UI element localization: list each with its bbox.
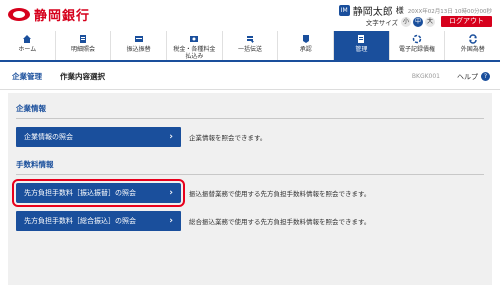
- logout-button[interactable]: ログアウト: [441, 16, 492, 27]
- nav-label: 明細照会: [71, 46, 96, 53]
- button-label: 企業情報の照会: [24, 133, 73, 141]
- forex-icon: [468, 34, 477, 44]
- page-title: 作業内容選択: [60, 72, 105, 81]
- nav-label: ホーム: [18, 46, 37, 53]
- fontsize-label: 文字サイズ: [365, 18, 398, 27]
- nav-tax[interactable]: 税金・各種料金 払込み: [167, 31, 223, 60]
- home-icon: [23, 35, 32, 43]
- nav-home[interactable]: ホーム: [0, 31, 56, 60]
- transfer-icon: [134, 36, 143, 42]
- title-bar: 企業管理 作業内容選択 BKGK001 ヘルプ ?: [0, 64, 500, 90]
- nav-approval[interactable]: 承認: [278, 31, 335, 60]
- bank-name: 静岡銀行: [34, 9, 91, 24]
- breadcrumb: 企業管理: [12, 72, 42, 81]
- bank-logo-icon: [8, 8, 30, 21]
- nav-label: 振込振替: [126, 46, 151, 53]
- screen-code: BKGK001: [411, 73, 440, 80]
- nav-transfer[interactable]: 振込振替: [111, 31, 168, 60]
- help-label: ヘルプ: [457, 72, 478, 81]
- nav-label: 電子記録債権: [399, 46, 436, 53]
- row-fee-transfer: 先方負担手数料［振込振替］の照会 › 振込振替業務で使用する先方負担手数料情報を…: [12, 179, 484, 207]
- nav-label: 一括伝送: [238, 46, 263, 53]
- nav-label: 税金・各種料金 払込み: [173, 46, 216, 60]
- bulk-icon: [247, 36, 255, 43]
- nav-bulk[interactable]: 一括伝送: [223, 31, 279, 60]
- approval-icon: [302, 35, 309, 43]
- nav-manage[interactable]: 管理: [334, 31, 390, 60]
- fontsize-control: 文字サイズ 小 中 大 ログアウト: [366, 16, 492, 27]
- fontsize-medium-button[interactable]: 中: [413, 16, 423, 27]
- nav-label: 管理: [355, 46, 368, 53]
- row-description: 振込振替業務で使用する先方負担手数料情報を照会できます。: [189, 190, 371, 198]
- button-label: 先方負担手数料［振込振替］の照会: [24, 189, 136, 197]
- chevron-right-icon: ›: [169, 216, 173, 226]
- row-description: 総合振込業務で使用する先方負担手数料情報を照会できます。: [189, 218, 371, 226]
- manage-icon: [358, 35, 365, 43]
- button-label: 先方負担手数料［総合振込］の照会: [24, 217, 136, 225]
- nav-label: 承認: [299, 46, 312, 53]
- section-title-fee: 手数料情報: [16, 159, 484, 175]
- bank-logo[interactable]: 静岡銀行: [8, 5, 90, 24]
- nav-statement[interactable]: 明細照会: [56, 31, 112, 60]
- row-description: 企業情報を照会できます。: [189, 134, 267, 142]
- row-fee-general: 先方負担手数料［総合振込］の照会 › 総合振込業務で使用する先方負担手数料情報を…: [16, 211, 484, 231]
- tax-icon: [190, 36, 199, 42]
- fontsize-large-button[interactable]: 大: [425, 16, 435, 27]
- fontsize-small-button[interactable]: 小: [401, 16, 411, 27]
- erecord-icon: [412, 34, 422, 44]
- main-nav: ホーム 明細照会 振込振替 税金・各種料金 払込み 一括伝送 承認 管理 電子記…: [0, 31, 500, 62]
- user-suffix: 様: [395, 6, 404, 15]
- user-icon: IM: [338, 5, 350, 16]
- fee-general-button[interactable]: 先方負担手数料［総合振込］の照会 ›: [16, 211, 181, 231]
- chevron-right-icon: ›: [169, 132, 173, 142]
- nav-erecord[interactable]: 電子記録債権: [390, 31, 446, 60]
- help-link[interactable]: ヘルプ ?: [457, 72, 490, 82]
- header: 静岡銀行 IM 静岡太郎 様 20XX年02月13日 10時00分00秒 文字サ…: [0, 0, 500, 30]
- main-content: 企業情報 企業情報の照会 › 企業情報を照会できます。 手数料情報 先方負担手数…: [8, 93, 492, 285]
- row-company-info: 企業情報の照会 › 企業情報を照会できます。: [16, 127, 484, 147]
- help-icon: ?: [481, 72, 490, 81]
- nav-forex[interactable]: 外国為替: [445, 31, 500, 60]
- nav-label: 外国為替: [460, 46, 485, 53]
- fee-transfer-button[interactable]: 先方負担手数料［振込振替］の照会 ›: [12, 179, 185, 207]
- company-info-button[interactable]: 企業情報の照会 ›: [16, 127, 181, 147]
- document-icon: [80, 35, 86, 43]
- section-title-company: 企業情報: [16, 103, 484, 119]
- chevron-right-icon: ›: [169, 188, 173, 198]
- login-time: 20XX年02月13日 10時00分00秒: [407, 8, 492, 15]
